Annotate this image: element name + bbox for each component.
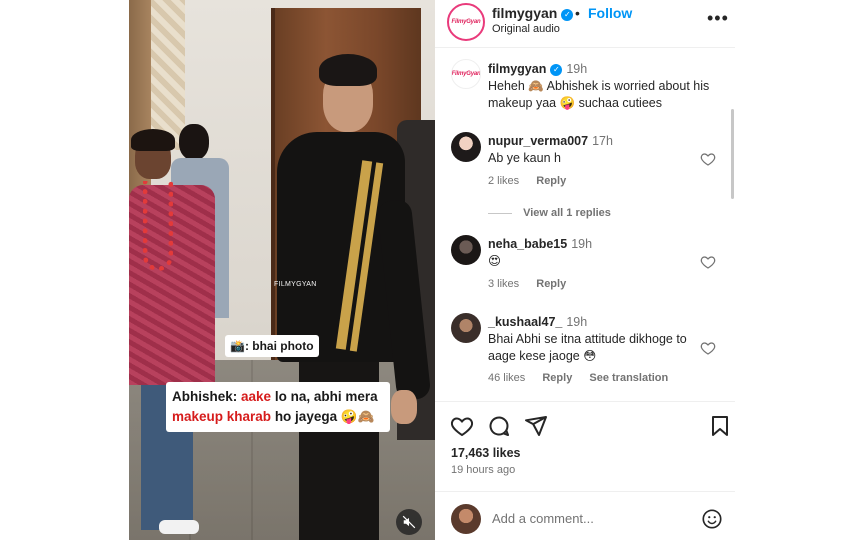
post-actions: 17,463 likes 19 hours ago <box>435 401 735 491</box>
see-translation-button[interactable]: See translation <box>589 372 668 384</box>
video-player[interactable]: FILMYGYAN 📸: bhai photo Abhishek: aake l… <box>129 0 435 540</box>
commenter-avatar[interactable] <box>451 235 481 265</box>
video-caption-dialogue: Abhishek: aake lo na, abhi mera makeup k… <box>166 382 390 432</box>
caption-highlight: makeup kharab <box>172 409 272 424</box>
comment-time[interactable]: 19h <box>566 315 587 329</box>
emoji-icon[interactable] <box>701 508 723 530</box>
header-separator: • <box>575 5 580 21</box>
caption-time[interactable]: 19h <box>566 62 587 76</box>
commenter-avatar[interactable] <box>451 132 481 162</box>
comment-time[interactable]: 17h <box>592 134 613 148</box>
mute-button[interactable] <box>396 509 422 535</box>
video-caption-photo: 📸: bhai photo <box>225 335 319 357</box>
like-comment-heart-icon[interactable] <box>700 254 716 270</box>
add-comment-input[interactable]: Add a comment... <box>492 511 594 526</box>
like-comment-heart-icon[interactable] <box>700 340 716 356</box>
caption-text: filmygyan ✓ 19h Heheh 🙈 Abhishek is worrie… <box>488 61 713 112</box>
bookmark-icon[interactable] <box>708 414 732 438</box>
heart-icon[interactable] <box>450 414 474 438</box>
comment-username[interactable]: _kushaal47_ <box>488 315 562 329</box>
more-options-icon[interactable]: ••• <box>707 8 729 29</box>
video-main-person <box>259 50 432 540</box>
comment-meta: 46 likes Reply See translation <box>488 372 682 384</box>
comment-likes[interactable]: 2 likes <box>488 175 519 187</box>
caption-text: ho jayega 🤪🙈 <box>274 409 375 424</box>
post-side-panel: FilmyGyan filmygyan ✓ • Follow Original a… <box>435 0 735 540</box>
view-replies-label[interactable]: View all 1 replies <box>523 207 611 219</box>
post-header: FilmyGyan filmygyan ✓ • Follow Original a… <box>435 0 735 48</box>
caption-username[interactable]: filmygyan <box>488 62 546 76</box>
comment-text: _kushaal47_ 19h Bhai Abhi se itna attitud… <box>488 314 713 365</box>
author-avatar[interactable]: FilmyGyan <box>447 3 485 41</box>
comment-body: Ab ye kaun h <box>488 151 561 165</box>
comment-meta: 3 likes Reply <box>488 278 580 290</box>
comments-list[interactable]: FilmyGyan filmygyan ✓ 19h Heheh 🙈 Abhishek… <box>435 49 735 401</box>
comment-likes[interactable]: 46 likes <box>488 372 525 384</box>
author-name[interactable]: filmygyan <box>492 5 557 21</box>
view-replies-button[interactable]: View all 1 replies <box>488 207 611 219</box>
author-username[interactable]: filmygyan ✓ <box>492 5 574 21</box>
caption-speaker: Abhishek: <box>172 389 238 404</box>
comment-text: nupur_verma007 17h Ab ye kaun h <box>488 133 713 167</box>
comment-meta: 2 likes Reply <box>488 175 580 187</box>
share-icon[interactable] <box>524 414 548 438</box>
add-comment-bar: Add a comment... <box>435 491 735 540</box>
comment-username[interactable]: nupur_verma007 <box>488 134 588 148</box>
speaker-muted-icon <box>402 515 416 529</box>
filmygyan-logo: FilmyGyan <box>451 71 481 77</box>
comment-body: 😍 <box>488 254 502 268</box>
comment-username[interactable]: neha_babe15 <box>488 237 567 251</box>
comment-likes[interactable]: 3 likes <box>488 278 519 290</box>
post-modal: FILMYGYAN 📸: bhai photo Abhishek: aake l… <box>0 0 864 540</box>
video-person-left <box>129 125 217 540</box>
reply-button[interactable]: Reply <box>542 372 572 384</box>
caption-avatar[interactable]: FilmyGyan <box>451 59 481 89</box>
current-user-avatar[interactable] <box>451 504 481 534</box>
follow-button[interactable]: Follow <box>588 5 632 21</box>
verified-badge-icon: ✓ <box>550 63 563 76</box>
original-audio-link[interactable]: Original audio <box>492 23 560 35</box>
like-comment-heart-icon[interactable] <box>700 151 716 167</box>
reply-button[interactable]: Reply <box>536 278 566 290</box>
likes-count[interactable]: 17,463 likes <box>451 446 521 460</box>
comments-scrollbar[interactable] <box>731 109 734 199</box>
video-watermark: FILMYGYAN <box>274 281 317 288</box>
comment-icon[interactable] <box>487 414 511 438</box>
reply-button[interactable]: Reply <box>536 175 566 187</box>
commenter-avatar[interactable] <box>451 313 481 343</box>
post-timestamp[interactable]: 19 hours ago <box>451 464 515 476</box>
comment-body: Bhai Abhi se itna attitude dikhoge to aa… <box>488 332 687 363</box>
caption-body: Heheh 🙈 Abhishek is worried about his ma… <box>488 79 710 110</box>
filmygyan-logo: FilmyGyan <box>451 19 481 25</box>
caption-highlight: aake <box>241 389 272 404</box>
comment-time[interactable]: 19h <box>571 237 592 251</box>
caption-text: lo na, abhi mera <box>274 389 378 404</box>
verified-badge-icon: ✓ <box>561 8 574 21</box>
comment-text: neha_babe15 19h 😍 <box>488 236 713 270</box>
